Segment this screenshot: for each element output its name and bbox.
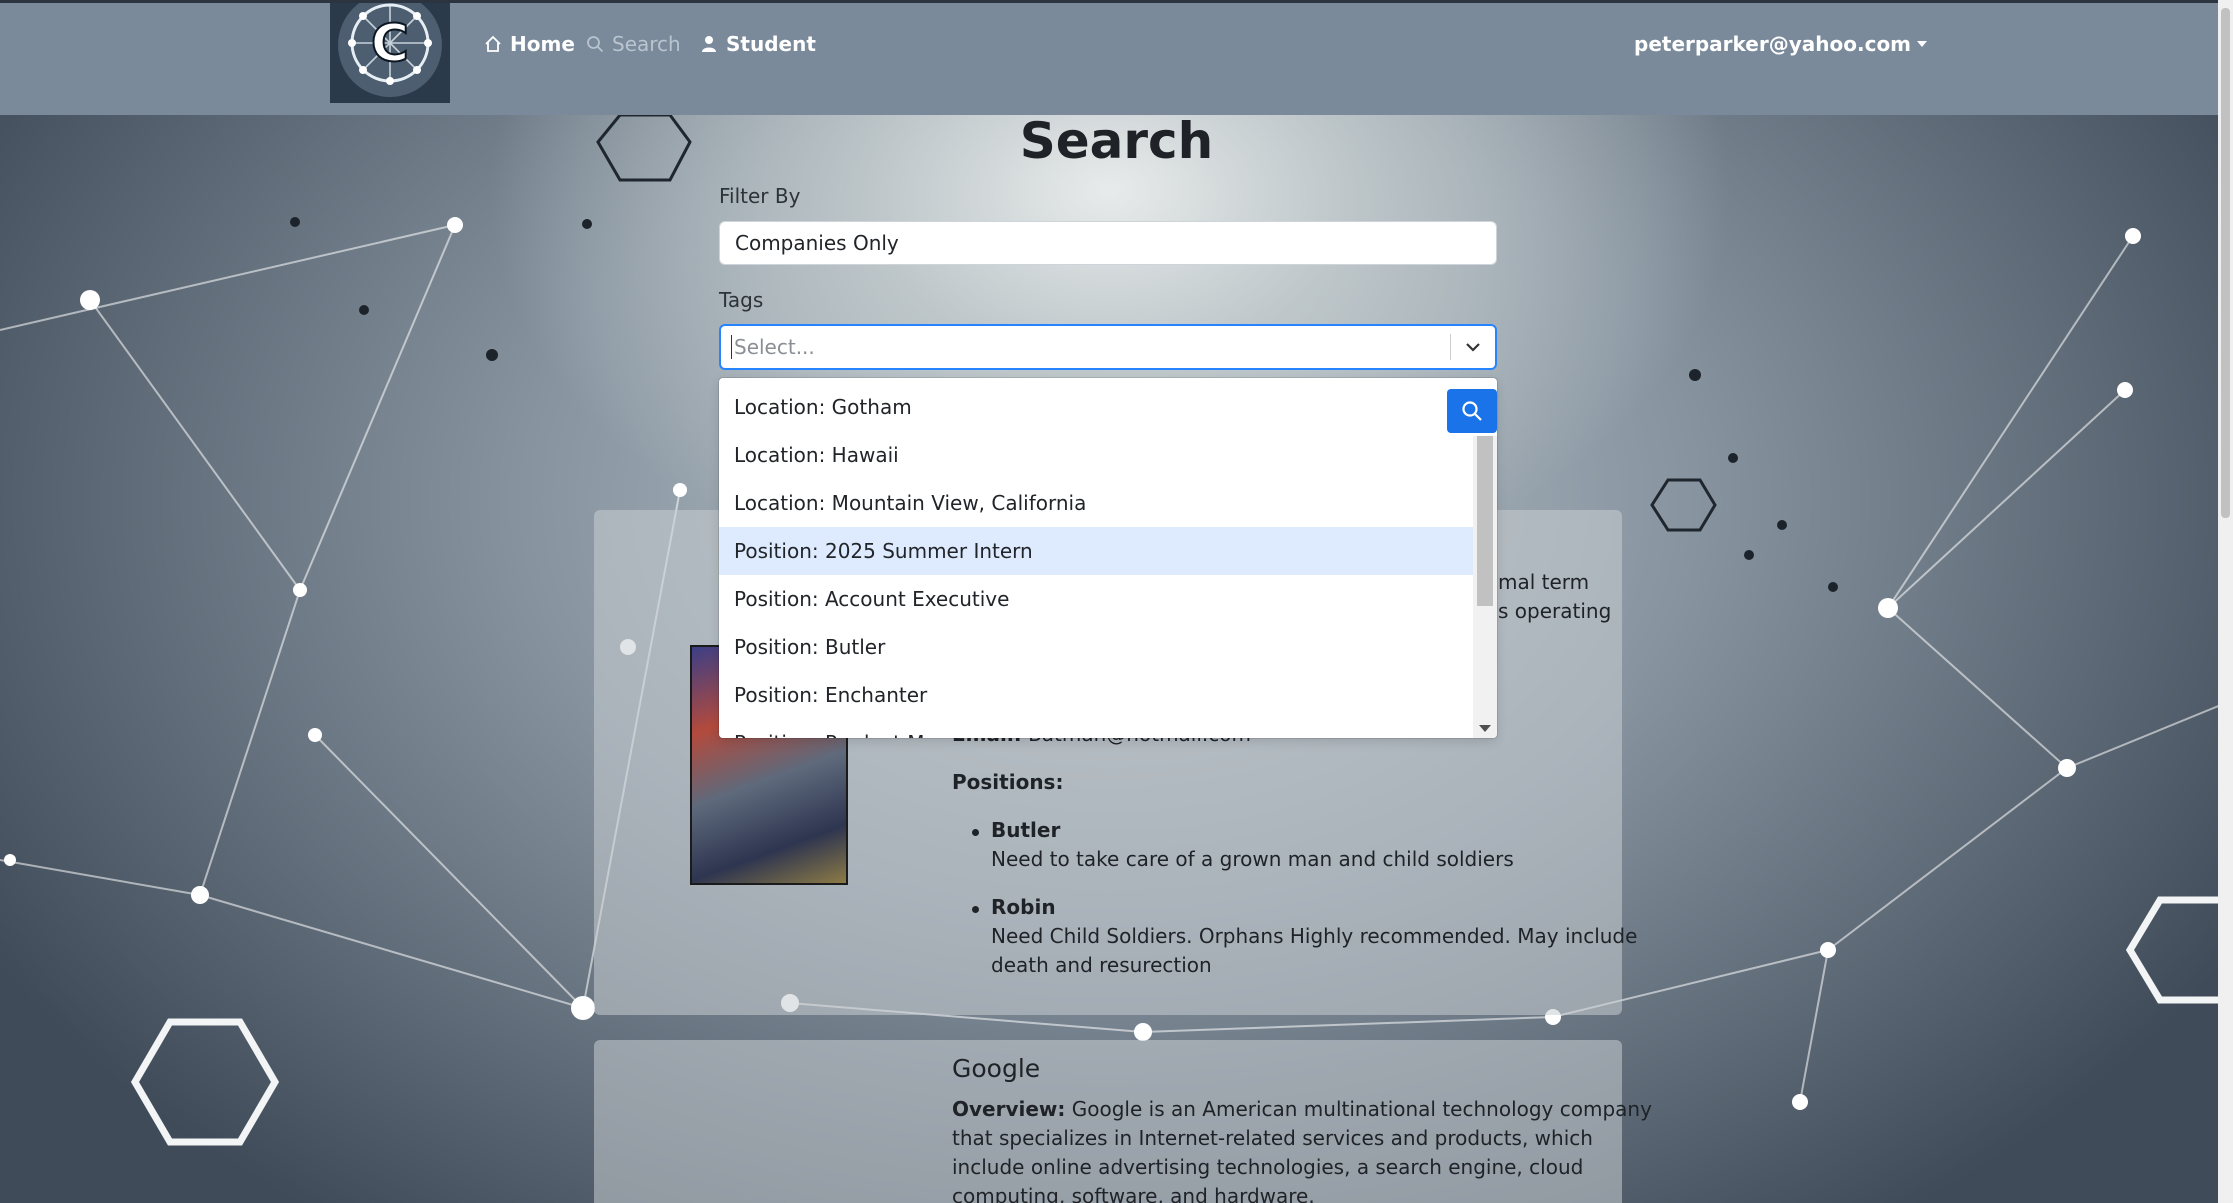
page-scrollbar[interactable] — [2218, 0, 2233, 1203]
filter-label: Filter By — [719, 184, 801, 208]
dropdown-indicator[interactable] — [1451, 325, 1495, 369]
option-position-butler[interactable]: Position: Butler — [719, 623, 1473, 671]
option-position-enchanter[interactable]: Position: Enchanter — [719, 671, 1473, 719]
position-title: Robin — [991, 895, 1056, 919]
user-account-dropdown[interactable]: peterparker@yahoo.com — [1634, 29, 1928, 59]
scroll-down-arrow-icon[interactable] — [1479, 725, 1491, 732]
nav-home[interactable]: Home — [484, 29, 575, 59]
home-icon — [485, 35, 501, 52]
option-location-gotham[interactable]: Location: Gotham — [719, 383, 1473, 431]
option-position-account-executive[interactable]: Position: Account Executive — [719, 575, 1473, 623]
positions-label: Positions: — [952, 770, 1064, 794]
overview-fragment-2: s operating — [1498, 599, 1612, 623]
overview-line1: Overview: Google is an American multinat… — [952, 1095, 1652, 1124]
page-title: Search — [1019, 112, 1214, 170]
search-icon — [1462, 401, 1482, 421]
option-position-product-m[interactable]: Position: Product M — [719, 719, 1473, 738]
overview-fragment-1: mal term — [1498, 570, 1590, 594]
position-description-line2: death and resurection — [991, 953, 1212, 977]
option-position-summer-intern[interactable]: Position: 2025 Summer Intern — [719, 527, 1473, 575]
page-scrollbar-thumb[interactable] — [2221, 8, 2230, 518]
nav-student-label: Student — [726, 32, 816, 56]
logo-letter: C — [371, 14, 409, 74]
nav-search[interactable]: Search — [586, 29, 681, 59]
person-icon — [702, 36, 716, 52]
tags-placeholder: Select... — [734, 335, 815, 359]
bullet — [972, 906, 979, 913]
search-button[interactable] — [1447, 389, 1497, 433]
caret-down-icon — [1917, 41, 1928, 47]
tags-input[interactable]: Select... — [721, 335, 1450, 359]
overview-line2: that specializes in Internet-related ser… — [952, 1126, 1593, 1150]
option-location-mountain-view[interactable]: Location: Mountain View, California — [719, 479, 1473, 527]
filter-select[interactable]: Companies Only — [719, 221, 1497, 265]
app-logo[interactable]: C — [330, 0, 450, 103]
bullet — [972, 829, 979, 836]
filter-value: Companies Only — [735, 231, 899, 255]
nav-search-label: Search — [612, 32, 681, 56]
top-navbar: C Home Search Student peterparker@yahoo.… — [0, 0, 2233, 115]
position-description: Need to take care of a grown man and chi… — [991, 847, 1514, 871]
overview-label: Overview: — [952, 1097, 1066, 1121]
nav-home-label: Home — [510, 32, 575, 56]
option-location-hawaii[interactable]: Location: Hawaii — [719, 431, 1473, 479]
search-icon — [587, 36, 604, 53]
position-title: Butler — [991, 818, 1061, 842]
menu-scrollbar-thumb[interactable] — [1477, 436, 1493, 606]
overview-line3: include online advertising technologies,… — [952, 1155, 1584, 1179]
options-list: Location: Gotham Location: Hawaii Locati… — [719, 378, 1473, 738]
overview-text: Google is an American multinational tech… — [1071, 1097, 1652, 1121]
overview-line4: computing, software, and hardware. — [952, 1184, 1315, 1203]
user-email: peterparker@yahoo.com — [1634, 32, 1912, 56]
position-description-line1: Need Child Soldiers. Orphans Highly reco… — [991, 924, 1638, 948]
chevron-down-icon — [1466, 343, 1480, 352]
tags-select[interactable]: Select... — [719, 324, 1497, 370]
tags-label: Tags — [719, 288, 764, 312]
nav-student[interactable]: Student — [700, 29, 816, 59]
text-cursor — [731, 335, 732, 359]
company-name: Google — [952, 1054, 1041, 1083]
tags-dropdown-menu: Location: Gotham Location: Hawaii Locati… — [719, 378, 1497, 738]
